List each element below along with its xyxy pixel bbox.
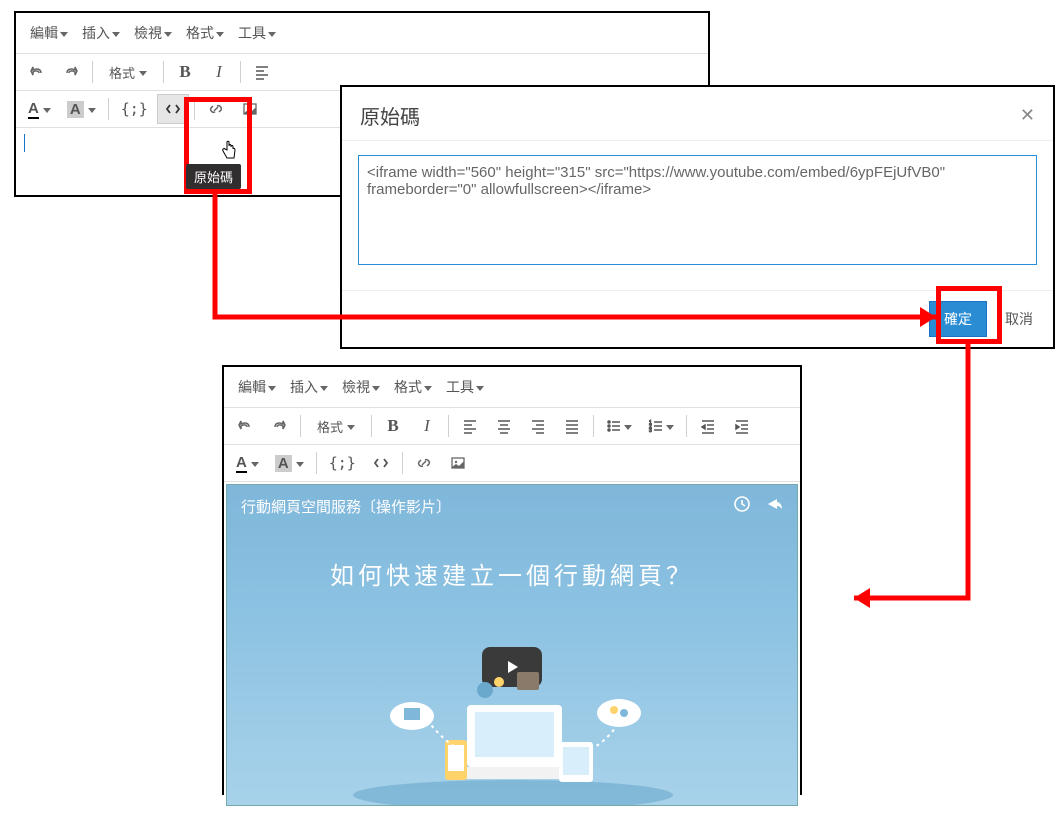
- video-illustration: [227, 650, 799, 805]
- toolbar2-row1: 格式 B I 123: [224, 407, 800, 445]
- cancel-button[interactable]: 取消: [997, 303, 1041, 335]
- format-select-2[interactable]: 格式: [306, 411, 366, 441]
- menu-view-2[interactable]: 檢視: [336, 373, 386, 401]
- menu-tools-2[interactable]: 工具: [440, 373, 490, 401]
- tooltip-source-code: 原始碼: [186, 164, 241, 189]
- link-button[interactable]: [200, 94, 232, 124]
- video-caption: 如何快速建立一個行動網頁？: [227, 556, 797, 591]
- italic-button[interactable]: I: [203, 57, 235, 87]
- link-button-2[interactable]: [408, 448, 440, 478]
- video-title: 行動網頁空間服務〔操作影片〕: [241, 496, 451, 517]
- bold-button[interactable]: B: [169, 57, 201, 87]
- format-select[interactable]: 格式: [98, 57, 158, 87]
- bg-color-button-2[interactable]: A: [268, 448, 311, 478]
- align-justify-button-2[interactable]: [556, 411, 588, 441]
- outdent-button-2[interactable]: [692, 411, 724, 441]
- image-button-2[interactable]: [442, 448, 474, 478]
- svg-text:3: 3: [649, 428, 652, 434]
- menu-edit-2[interactable]: 編輯: [232, 373, 282, 401]
- source-code-button-2[interactable]: [365, 448, 397, 478]
- source-code-dialog: 原始碼 ✕ 確定 取消: [340, 85, 1055, 349]
- align-center-button-2[interactable]: [488, 411, 520, 441]
- source-code-textarea[interactable]: [358, 155, 1037, 265]
- editor-content-2[interactable]: 行動網頁空間服務〔操作影片〕 如何快速建立一個行動網頁？: [224, 482, 800, 808]
- text-color-button[interactable]: A: [21, 94, 58, 124]
- menubar: 編輯 插入 檢視 格式 工具: [16, 13, 708, 53]
- menu-edit[interactable]: 編輯: [24, 19, 74, 47]
- menu-tools[interactable]: 工具: [232, 19, 282, 47]
- caret-icon: [60, 25, 68, 41]
- menu-insert-2[interactable]: 插入: [284, 373, 334, 401]
- dialog-close-button[interactable]: ✕: [1020, 105, 1035, 126]
- menu-format[interactable]: 格式: [180, 19, 230, 47]
- menu-insert[interactable]: 插入: [76, 19, 126, 47]
- embedded-video[interactable]: 行動網頁空間服務〔操作影片〕 如何快速建立一個行動網頁？: [226, 484, 798, 806]
- menubar-2: 編輯 插入 檢視 格式 工具: [224, 367, 800, 407]
- text-color-button-2[interactable]: A: [229, 448, 266, 478]
- ok-button[interactable]: 確定: [929, 301, 987, 337]
- redo-button[interactable]: [55, 57, 87, 87]
- menu-format-2[interactable]: 格式: [388, 373, 438, 401]
- italic-button-2[interactable]: I: [411, 411, 443, 441]
- undo-button[interactable]: [21, 57, 53, 87]
- toolbar2-row2: A A {;}: [224, 445, 800, 482]
- editor-result: 編輯 插入 檢視 格式 工具 格式 B I 123 A A {;}: [222, 365, 802, 795]
- undo-button-2[interactable]: [229, 411, 261, 441]
- redo-button-2[interactable]: [263, 411, 295, 441]
- indent-button-2[interactable]: [726, 411, 758, 441]
- share-icon[interactable]: [765, 495, 783, 518]
- number-list-button-2[interactable]: 123: [641, 411, 681, 441]
- align-left-button-2[interactable]: [454, 411, 486, 441]
- template-button-2[interactable]: {;}: [322, 448, 363, 478]
- watch-later-icon[interactable]: [733, 495, 751, 518]
- bg-color-button[interactable]: A: [60, 94, 103, 124]
- dialog-title: 原始碼: [360, 101, 420, 130]
- menu-view[interactable]: 檢視: [128, 19, 178, 47]
- text-cursor: [24, 134, 25, 152]
- image-button[interactable]: [234, 94, 266, 124]
- bullet-list-button-2[interactable]: [599, 411, 639, 441]
- source-code-button[interactable]: [157, 94, 189, 124]
- align-left-button[interactable]: [246, 57, 278, 87]
- template-button[interactable]: {;}: [114, 94, 155, 124]
- align-right-button-2[interactable]: [522, 411, 554, 441]
- bold-button-2[interactable]: B: [377, 411, 409, 441]
